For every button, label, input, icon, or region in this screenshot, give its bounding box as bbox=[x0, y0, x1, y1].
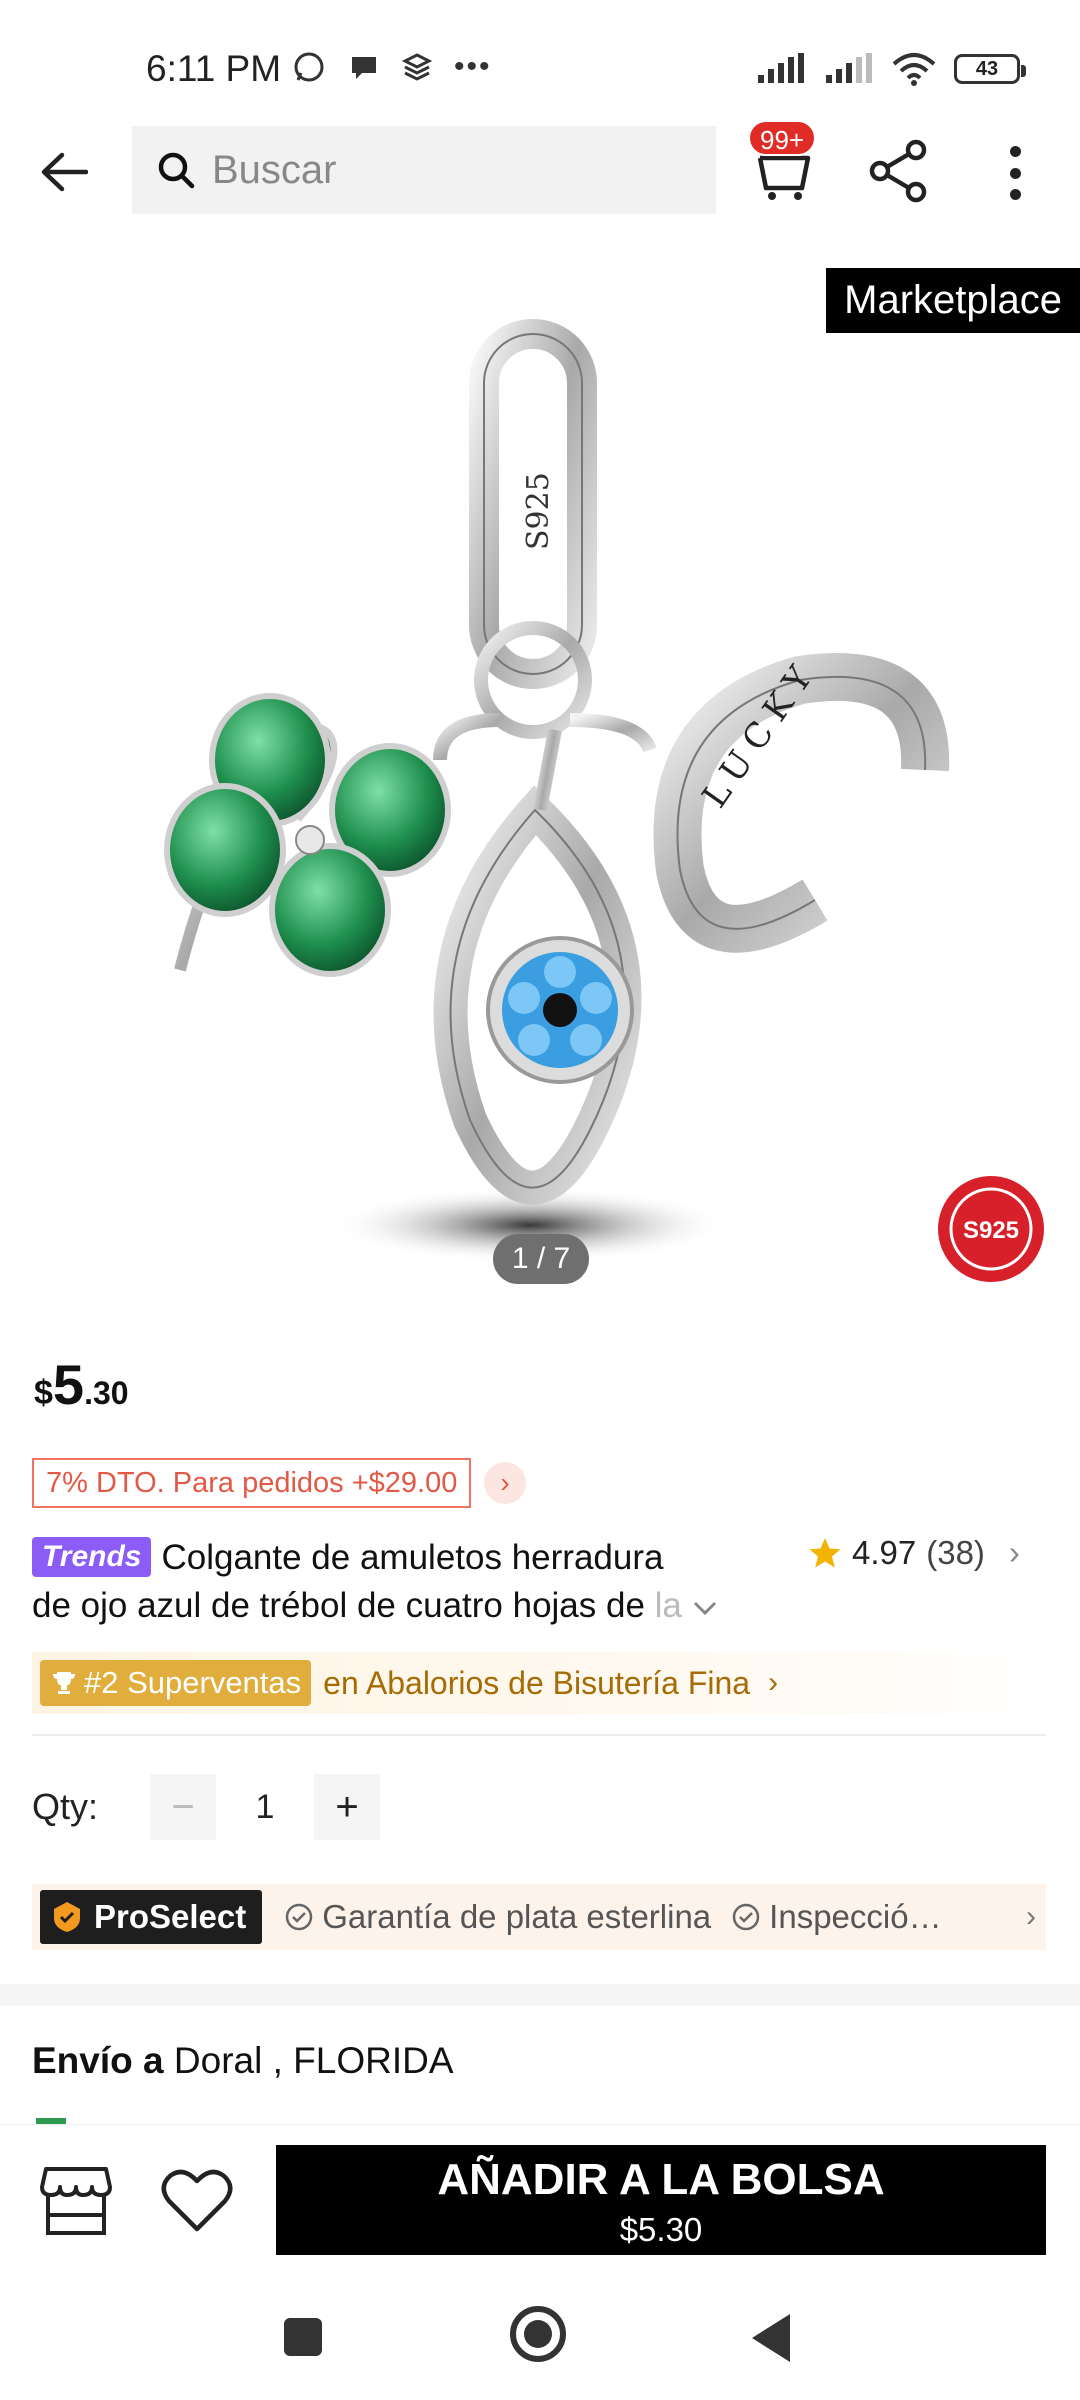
svg-text:S925: S925 bbox=[963, 1217, 1019, 1244]
cart-count-badge: 99+ bbox=[748, 120, 817, 156]
bestseller-rank[interactable]: #2 Superventas en Abalorios de Bisutería… bbox=[32, 1652, 1046, 1714]
store-button[interactable] bbox=[38, 2165, 114, 2237]
wifi-icon bbox=[892, 53, 936, 86]
image-pager: 1 / 7 bbox=[493, 1234, 589, 1284]
rating-score: 4.97 bbox=[852, 1534, 917, 1571]
more-notifications-icon: ••• bbox=[454, 50, 492, 83]
check-circle-icon bbox=[286, 1903, 313, 1931]
rank-badge-label: #2 Superventas bbox=[84, 1665, 302, 1700]
share-button[interactable] bbox=[866, 138, 932, 204]
rank-category: en Abalorios de Bisutería Fina bbox=[323, 1664, 751, 1701]
layers-icon bbox=[402, 53, 432, 81]
bottom-action-bar: AÑADIR A LA BOLSA $5.30 bbox=[0, 2124, 1080, 2274]
heart-icon bbox=[161, 2169, 233, 2232]
discount-chevron-icon[interactable]: › bbox=[484, 1462, 526, 1504]
share-icon bbox=[869, 139, 927, 203]
quality-seal-icon: S925 bbox=[938, 1176, 1044, 1282]
product-title[interactable]: Trends Colgante de amuletos herradura de … bbox=[32, 1534, 762, 1630]
price-currency: $ bbox=[34, 1374, 53, 1412]
system-navigation-bar bbox=[0, 2274, 1080, 2400]
product-image: S925 LUCKY bbox=[164, 319, 950, 1263]
shield-check-icon bbox=[54, 1902, 80, 1932]
price-integer: 5 bbox=[52, 1353, 85, 1416]
trends-badge: Trends bbox=[32, 1537, 152, 1577]
search-input[interactable] bbox=[212, 147, 692, 193]
section-gap bbox=[0, 1984, 1080, 2006]
discount-tag[interactable]: 7% DTO. Para pedidos +$29.00 bbox=[32, 1458, 472, 1508]
proselect-item: Inspecció… bbox=[731, 1898, 942, 1936]
back-button[interactable] bbox=[34, 142, 94, 202]
check-circle-icon bbox=[732, 1903, 760, 1931]
signal-icon-2 bbox=[826, 53, 872, 83]
recents-button[interactable] bbox=[284, 2318, 322, 2356]
notification-icons: ••• bbox=[292, 50, 492, 84]
qty-minus-button[interactable]: − bbox=[150, 1774, 216, 1840]
battery-icon: 43 bbox=[954, 54, 1026, 84]
horseshoe-charm: LUCKY bbox=[653, 651, 950, 953]
trophy-icon bbox=[53, 1672, 75, 1694]
add-to-bag-price: $5.30 bbox=[619, 2211, 703, 2248]
wishlist-button[interactable] bbox=[160, 2167, 234, 2235]
chat-icon bbox=[352, 57, 376, 79]
proselect-item: Garantía de plata esterlina bbox=[284, 1898, 711, 1936]
qty-value: 1 bbox=[255, 1787, 275, 1826]
dot-icon bbox=[1009, 146, 1021, 157]
home-button[interactable] bbox=[510, 2306, 566, 2362]
chevron-right-icon: › bbox=[1008, 1534, 1020, 1571]
qty-plus-button[interactable]: + bbox=[314, 1774, 380, 1840]
star-icon bbox=[809, 1538, 841, 1568]
add-to-bag-label: AÑADIR A LA BOLSA bbox=[437, 2155, 885, 2204]
product-image-gallery[interactable]: S925 LUCKY Marketplace 1 / 7 S925 bbox=[0, 250, 1080, 1290]
clover-charm bbox=[164, 693, 451, 977]
title-line-1: Colgante de amuletos herradura bbox=[161, 1538, 664, 1577]
dot-icon bbox=[1009, 167, 1021, 179]
chevron-right-icon: › bbox=[768, 1666, 779, 1699]
title-line-2: de ojo azul de trébol de cuatro hojas de bbox=[32, 1586, 655, 1625]
search-icon bbox=[158, 152, 195, 189]
qty-label: Qty: bbox=[32, 1786, 99, 1827]
proselect-bar[interactable]: ProSelect Garantía de plata esterlina In… bbox=[32, 1884, 1046, 1950]
top-app-bar: 99+ bbox=[0, 120, 1080, 220]
proselect-label: ProSelect bbox=[94, 1898, 247, 1935]
proselect-item-label: Garantía de plata esterlina bbox=[322, 1898, 712, 1935]
rank-badge: #2 Superventas bbox=[40, 1660, 312, 1706]
shipping-location: Doral , FLORIDA bbox=[173, 2040, 454, 2081]
search-bar[interactable] bbox=[132, 126, 716, 214]
price-decimal: .30 bbox=[84, 1375, 129, 1411]
price: $5.30 bbox=[34, 1352, 129, 1417]
dot-icon bbox=[1009, 189, 1021, 200]
status-time: 6:11 PM bbox=[146, 48, 282, 89]
shipping-destination[interactable]: Envío a Doral , FLORIDA bbox=[32, 2040, 454, 2082]
proselect-badge: ProSelect bbox=[40, 1890, 263, 1944]
rating[interactable]: 4.97 (38) › bbox=[808, 1534, 1020, 1572]
arrow-left-icon bbox=[41, 152, 88, 192]
signal-icon bbox=[758, 53, 804, 83]
proselect-item-label: Inspecció… bbox=[769, 1898, 942, 1935]
whatsapp-icon bbox=[294, 52, 324, 82]
chevron-right-icon: › bbox=[1026, 1900, 1036, 1933]
rating-count: (38) bbox=[926, 1534, 985, 1571]
engraving-text: S925 bbox=[521, 472, 556, 550]
quantity-stepper: Qty: − 1 + bbox=[32, 1774, 380, 1840]
marketplace-tag: Marketplace bbox=[826, 268, 1080, 333]
status-bar: 6:11 PM ••• 43 bbox=[0, 0, 1080, 120]
title-fade: la bbox=[654, 1586, 682, 1625]
evil-eye-charm bbox=[433, 785, 642, 1205]
add-to-bag-button[interactable]: AÑADIR A LA BOLSA $5.30 bbox=[276, 2145, 1046, 2255]
system-back-button[interactable] bbox=[752, 2314, 790, 2362]
system-icons: 43 bbox=[756, 52, 1026, 86]
chevron-down-icon[interactable] bbox=[692, 1599, 718, 1617]
store-icon bbox=[40, 2167, 112, 2235]
divider bbox=[32, 1734, 1046, 1736]
shipping-label: Envío a bbox=[32, 2040, 164, 2081]
more-options-button[interactable] bbox=[990, 140, 1040, 206]
